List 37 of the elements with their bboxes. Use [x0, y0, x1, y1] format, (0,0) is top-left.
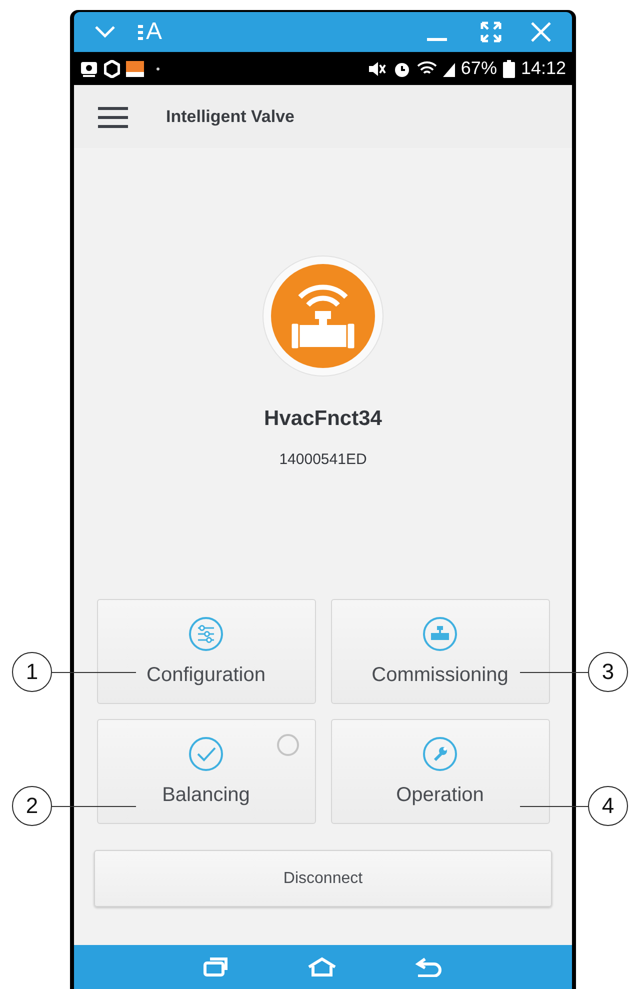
close-icon[interactable]: [530, 21, 552, 43]
chevron-down-icon[interactable]: [94, 25, 116, 39]
valve-wifi-logo-icon: [262, 255, 384, 377]
app-notification-icon: [126, 60, 144, 78]
device-serial-number: 14000541ED: [279, 451, 367, 468]
home-icon[interactable]: [307, 957, 337, 977]
checkmark-icon: [188, 736, 224, 772]
fullscreen-icon[interactable]: [480, 21, 502, 43]
leader-line: [520, 672, 588, 673]
menu-tile[interactable]: Commissioning: [330, 599, 550, 704]
callout-number: 3: [588, 652, 628, 692]
menu-tile[interactable]: Operation: [330, 719, 550, 824]
battery-percentage: 67%: [460, 58, 497, 79]
sliders-icon: [188, 616, 224, 652]
menu-icon[interactable]: [98, 106, 128, 128]
menu-tile[interactable]: Balancing: [96, 719, 316, 824]
callout-number: 4: [588, 786, 628, 826]
recent-apps-icon[interactable]: [203, 956, 229, 978]
wrench-icon: [422, 736, 458, 772]
leader-line: [520, 806, 588, 807]
valve-icon: [422, 616, 458, 652]
radio-indicator[interactable]: [276, 734, 298, 756]
back-icon[interactable]: [415, 957, 443, 977]
battery-icon: [502, 60, 515, 78]
wifi-icon: [416, 60, 437, 76]
callout-number: 1: [12, 652, 52, 692]
menu-tile[interactable]: Configuration: [96, 599, 316, 704]
cast-icon: [80, 60, 98, 78]
signal-icon: [442, 60, 455, 76]
clock-time: 14:12: [520, 58, 566, 79]
mute-icon: [366, 60, 387, 76]
callout-number: 2: [12, 786, 52, 826]
dashes-icon: [138, 23, 144, 41]
device-name: HvacFnct34: [264, 407, 382, 431]
app-title: Intelligent Valve: [166, 106, 294, 126]
more-notifications-icon: [156, 66, 160, 70]
disconnect-button[interactable]: Disconnect: [94, 850, 552, 907]
